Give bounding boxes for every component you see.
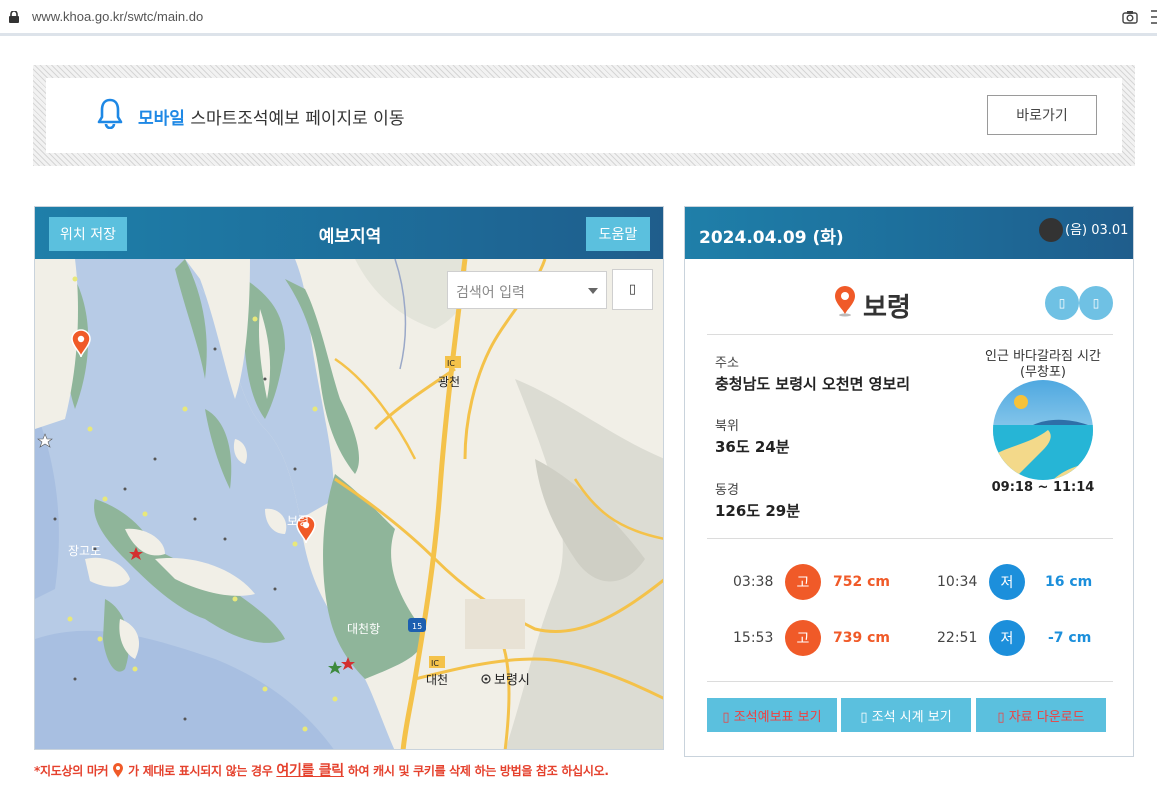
map-label-gwangcheon: 광천 (438, 374, 460, 389)
map-canvas[interactable]: 광천 대천항 대천 보령시 장고도 보령 IC IC 15 (35, 259, 664, 750)
place-name: 보령 (863, 293, 911, 323)
forecast-map[interactable]: 광천 대천항 대천 보령시 장고도 보령 IC IC 15 검색어 입력 ▯ (35, 259, 664, 750)
map-label-route: 15 (412, 622, 422, 631)
low-tide-badge: 저 (989, 564, 1025, 600)
tide-value: -7 cm (1048, 630, 1092, 646)
longitude-value: 126도 29분 (715, 502, 801, 520)
map-label-ic-2: IC (431, 659, 439, 668)
map-label-daecheon-port: 대천항 (347, 621, 380, 636)
marker-pin-icon (113, 763, 124, 778)
mobile-highlight: 모바일 (138, 109, 185, 129)
address-value: 충청남도 보령시 오천면 영보리 (715, 375, 911, 393)
sea-parting-illustration (993, 380, 1093, 480)
help-button[interactable]: 도움말 (586, 217, 650, 251)
note-middle: 가 제대로 표시되지 않는 경우 (128, 764, 273, 778)
map-search-select[interactable]: 검색어 입력 (447, 271, 607, 309)
mobile-banner-message: 스마트조석예보 페이지로 이동 (184, 109, 405, 129)
moon-phase-icon (1039, 218, 1063, 242)
high-tide-badge: 고 (785, 564, 821, 600)
tide-time: 15:53 (733, 630, 774, 646)
location-pin-icon (835, 286, 855, 317)
sea-parting-time: 09:18 ~ 11:14 (991, 480, 1095, 495)
tide-time: 22:51 (937, 630, 978, 646)
high-tide-badge: 고 (785, 620, 821, 656)
longitude-label: 동경 (715, 483, 739, 498)
forecast-date: 2024.04.09 (화) (699, 228, 844, 248)
url-text[interactable]: www.khoa.go.kr/swtc/main.do (32, 9, 203, 24)
lunar-date: (음) 03.01 (1065, 223, 1129, 238)
tide-time: 03:38 (733, 574, 774, 590)
chevron-down-icon (588, 288, 598, 294)
go-mobile-button[interactable]: 바로가기 (987, 95, 1097, 135)
map-label-daecheon: 대천 (426, 672, 448, 687)
map-header: 위치 저장 예보지역 도움말 (35, 207, 663, 259)
map-label-ic-1: IC (447, 359, 455, 368)
divider (707, 334, 1113, 335)
menu-edge-icon[interactable] (1150, 9, 1157, 25)
mobile-banner-text: 모바일 스마트조석예보 페이지로 이동 (138, 104, 404, 129)
divider (707, 538, 1113, 539)
map-panel: 위치 저장 예보지역 도움말 광천 대천항 대천 보령시 장고도 보령 IC I… (34, 206, 664, 750)
map-search-button[interactable]: ▯ (612, 269, 653, 310)
map-label-janggodo: 장고도 (68, 544, 101, 558)
tide-time: 10:34 (937, 574, 978, 590)
low-tide-badge: 저 (989, 620, 1025, 656)
map-search-placeholder: 검색어 입력 (456, 285, 525, 301)
mobile-banner-inner: 모바일 스마트조석예보 페이지로 이동 바로가기 (46, 78, 1122, 153)
tide-info-panel: 2024.04.09 (화) (음) 03.01 보령 ▯ ▯ 주소 충청남도 … (684, 206, 1134, 757)
map-title: 예보지역 (318, 227, 382, 247)
lock-icon (9, 11, 19, 23)
sea-parting-title: 인근 바다갈라짐 시간 (무창포) (985, 349, 1101, 380)
map-label-boryeong-city: 보령시 (494, 673, 530, 688)
mobile-banner: 모바일 스마트조석예보 페이지로 이동 바로가기 (33, 65, 1135, 166)
tide-value: 739 cm (833, 630, 890, 646)
tide-value: 16 cm (1045, 574, 1093, 590)
camera-icon[interactable] (1122, 9, 1138, 25)
data-download-button[interactable]: ▯ 자료 다운로드 (976, 698, 1106, 732)
address-label: 주소 (715, 356, 739, 371)
tide-value: 752 cm (833, 574, 890, 590)
icon-button-1[interactable]: ▯ (1045, 286, 1079, 320)
latitude-value: 36도 24분 (715, 438, 790, 456)
bell-icon (97, 98, 123, 129)
clear-cache-link[interactable]: 여기를 클릭 (276, 763, 344, 779)
latitude-label: 북위 (715, 419, 739, 434)
tide-table-button[interactable]: ▯ 조석예보표 보기 (707, 698, 837, 732)
map-label-boryeong: 보령 (287, 514, 309, 528)
icon-button-2[interactable]: ▯ (1079, 286, 1113, 320)
browser-url-bar[interactable]: www.khoa.go.kr/swtc/main.do (0, 0, 1157, 36)
tide-clock-button[interactable]: ▯ 조석 시계 보기 (841, 698, 971, 732)
note-suffix: 하여 캐시 및 쿠키를 삭제 하는 방법을 참조 하십시오. (347, 764, 609, 778)
note-prefix: *지도상의 마커 (34, 764, 109, 778)
info-header: 2024.04.09 (화) (음) 03.01 (685, 207, 1133, 259)
divider (707, 681, 1113, 682)
cache-note: *지도상의 마커 가 제대로 표시되지 않는 경우 여기를 클릭 하여 캐시 및… (34, 760, 609, 780)
